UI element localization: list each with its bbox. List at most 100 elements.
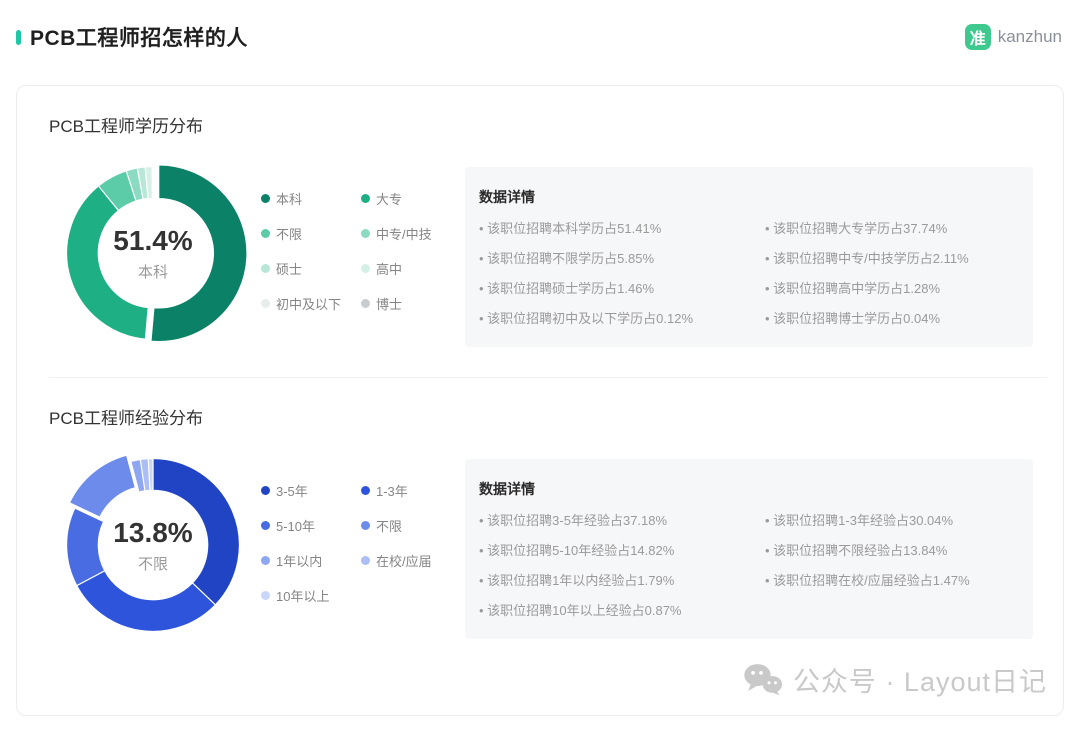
legend-dot [361, 556, 370, 565]
legend-item-1-3年[interactable]: 1-3年 [361, 481, 453, 499]
legend-dot [261, 299, 270, 308]
legend-label: 在校/应届 [376, 551, 432, 570]
legend-column: 大专中专/中技高中博士 [361, 189, 453, 312]
legend-dot [361, 229, 370, 238]
details-column: 该职位招聘大专学历占37.74% 该职位招聘中专/中技学历占2.11% 该职位招聘高… [765, 218, 969, 327]
experience-donut-svg[interactable] [57, 449, 249, 641]
legend-dot [261, 521, 270, 530]
legend-item-10年以上[interactable]: 10年以上 [261, 586, 353, 604]
legend-label: 不限 [376, 516, 402, 535]
legend-label: 博士 [376, 294, 402, 313]
legend-label: 硕士 [276, 259, 302, 278]
legend-dot [361, 486, 370, 495]
legend-item-博士[interactable]: 博士 [361, 294, 453, 312]
detail-item: 该职位招聘3-5年经验占37.18% [479, 510, 765, 529]
title-accent-bar [16, 30, 21, 45]
detail-item: 该职位招聘博士学历占0.04% [765, 308, 969, 327]
detail-item: 该职位招聘大专学历占37.74% [765, 218, 969, 237]
legend-label: 10年以上 [276, 586, 329, 605]
experience-legend: 3-5年 5-10年 1年以内 10年以上 1-3年不限在校/应届 [261, 449, 459, 604]
education-donut-chart[interactable]: 51.4% 本科 [57, 157, 249, 349]
education-legend: 本科不限硕士初中及以下大专中专/中技高中博士 [261, 157, 459, 312]
education-section: PCB工程师学历分布 51.4% 本科 本科不限硕士初中及以下大专中专/中技高中… [17, 86, 1063, 349]
education-chart-row: 51.4% 本科 本科不限硕士初中及以下大专中专/中技高中博士 数据详情 该职位… [49, 157, 1033, 349]
detail-item: 该职位招聘在校/应届经验占1.47% [765, 570, 970, 589]
wechat-icon [743, 663, 783, 696]
legend-column: 本科不限硕士初中及以下 [261, 189, 353, 312]
education-details-list: 该职位招聘本科学历占51.41% 该职位招聘不限学历占5.85% 该职位招聘硕士学历… [479, 218, 1021, 327]
detail-item: 该职位招聘10年以上经验占0.87% [479, 600, 765, 619]
watermark: 公众号 · Layout日记 [743, 660, 1047, 699]
experience-donut-chart[interactable]: 13.8% 不限 [57, 449, 249, 641]
donut-slice-5-10年[interactable] [67, 508, 105, 586]
legend-label: 本科 [276, 189, 302, 208]
kanzhun-brand-text: kanzhun [998, 27, 1062, 47]
legend-label: 大专 [376, 189, 402, 208]
legend-item-5-10年[interactable]: 5-10年 [261, 516, 353, 534]
legend-item-不限[interactable]: 不限 [361, 516, 453, 534]
experience-details-panel: 数据详情 该职位招聘3-5年经验占37.18% 该职位招聘5-10年经验占14.8… [465, 459, 1033, 639]
legend-item-在校/应届[interactable]: 在校/应届 [361, 551, 453, 569]
experience-details-list: 该职位招聘3-5年经验占37.18%该职位招聘5-10年经验占14.82%该职位… [479, 510, 1021, 619]
details-title: 数据详情 [479, 187, 1021, 207]
detail-item: 该职位招聘不限经验占13.84% [765, 540, 970, 559]
legend-label: 1年以内 [276, 551, 322, 570]
detail-item: 该职位招聘本科学历占51.41% [479, 218, 765, 237]
detail-item: 该职位招聘5-10年经验占14.82% [479, 540, 765, 559]
legend-dot [261, 194, 270, 203]
donut-slice-大专[interactable] [67, 186, 149, 339]
detail-item: 该职位招聘硕士学历占1.46% [479, 278, 765, 297]
legend-label: 5-10年 [276, 516, 315, 535]
detail-item: 该职位招聘1-3年经验占30.04% [765, 510, 970, 529]
report-card: PCB工程师学历分布 51.4% 本科 本科不限硕士初中及以下大专中专/中技高中… [16, 85, 1064, 716]
legend-column: 1-3年不限在校/应届 [361, 481, 453, 604]
legend-dot [261, 556, 270, 565]
legend-dot [261, 591, 270, 600]
legend-dot [361, 194, 370, 203]
legend-label: 3-5年 [276, 481, 308, 500]
legend-dot [361, 521, 370, 530]
details-column: 该职位招聘本科学历占51.41% 该职位招聘不限学历占5.85% 该职位招聘硕士学历… [479, 218, 765, 327]
legend-item-本科[interactable]: 本科 [261, 189, 353, 207]
legend-dot [261, 229, 270, 238]
legend-item-初中及以下[interactable]: 初中及以下 [261, 294, 353, 312]
detail-item: 该职位招聘不限学历占5.85% [479, 248, 765, 267]
legend-dot [261, 486, 270, 495]
kanzhun-logo: 准 kanzhun [965, 24, 1062, 50]
legend-item-大专[interactable]: 大专 [361, 189, 453, 207]
detail-item: 该职位招聘初中及以下学历占0.12% [479, 308, 765, 327]
detail-item: 该职位招聘1年以内经验占1.79% [479, 570, 765, 589]
title-wrap: PCB工程师招怎样的人 [16, 22, 248, 52]
donut-slice-3-5年[interactable] [153, 459, 239, 605]
education-details-panel: 数据详情 该职位招聘本科学历占51.41%该职位招聘不限学历占5.85%该职位招… [465, 167, 1033, 347]
legend-item-硕士[interactable]: 硕士 [261, 259, 353, 277]
kanzhun-logo-icon: 准 [965, 24, 991, 50]
experience-section: PCB工程师经验分布 13.8% 不限 3-5年 5-10年 1年以内 10年以上 1-… [17, 378, 1063, 641]
legend-item-高中[interactable]: 高中 [361, 259, 453, 277]
legend-item-1年以内[interactable]: 1年以内 [261, 551, 353, 569]
legend-item-中专/中技[interactable]: 中专/中技 [361, 224, 453, 242]
experience-section-title: PCB工程师经验分布 [49, 404, 1033, 429]
page-title: PCB工程师招怎样的人 [30, 22, 248, 52]
legend-dot [361, 299, 370, 308]
watermark-text: 公众号 · Layout日记 [793, 660, 1047, 699]
page-header: PCB工程师招怎样的人 准 kanzhun [0, 0, 1080, 52]
legend-dot [261, 264, 270, 273]
details-column: 该职位招聘1-3年经验占30.04% 该职位招聘不限经验占13.84% 该职位招聘在… [765, 510, 970, 619]
legend-dot [361, 264, 370, 273]
detail-item: 该职位招聘高中学历占1.28% [765, 278, 969, 297]
detail-item: 该职位招聘中专/中技学历占2.11% [765, 248, 969, 267]
legend-label: 高中 [376, 259, 402, 278]
details-title: 数据详情 [479, 479, 1021, 499]
legend-item-不限[interactable]: 不限 [261, 224, 353, 242]
education-section-title: PCB工程师学历分布 [49, 112, 1033, 137]
legend-item-3-5年[interactable]: 3-5年 [261, 481, 353, 499]
donut-slice-不限[interactable] [69, 455, 135, 517]
legend-label: 不限 [276, 224, 302, 243]
experience-chart-row: 13.8% 不限 3-5年 5-10年 1年以内 10年以上 1-3年不限在校/应届 数… [49, 449, 1033, 641]
donut-slice-本科[interactable] [151, 165, 247, 342]
legend-label: 中专/中技 [376, 224, 432, 243]
legend-column: 3-5年 5-10年 1年以内 10年以上 [261, 481, 353, 604]
legend-label: 初中及以下 [276, 294, 341, 313]
education-donut-svg[interactable] [57, 157, 249, 349]
